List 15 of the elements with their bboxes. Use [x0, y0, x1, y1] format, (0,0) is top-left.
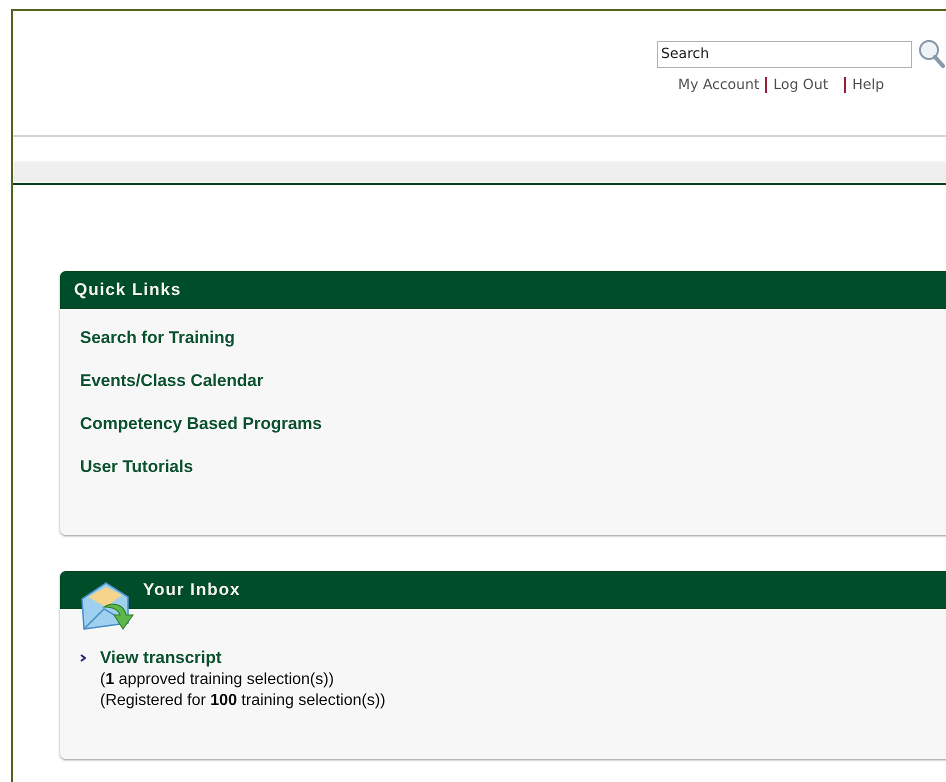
header-link[interactable]: Help	[844, 77, 890, 93]
panel-title: Quick Links	[73, 280, 182, 300]
quick-link[interactable]: User Tutorials	[80, 456, 194, 478]
panel-title: Your Inbox	[142, 580, 241, 600]
quick-link[interactable]: Events/Class Calendar	[80, 370, 264, 392]
search-icon[interactable]	[918, 39, 946, 69]
inbox-text: (Registered for 100 training selection(s))	[100, 691, 386, 711]
inbox-text: (1 approved training selection(s))	[100, 670, 335, 690]
search-field[interactable]: Search	[657, 40, 912, 68]
quick-link[interactable]: Competency Based Programs	[80, 413, 322, 435]
transcript-link[interactable]: View transcript	[100, 648, 222, 667]
header-link[interactable]: Log Out	[765, 77, 834, 93]
quick-link[interactable]: Search for Training	[80, 327, 235, 349]
header-link[interactable]: My Account	[672, 77, 766, 93]
chevron-icon	[80, 654, 86, 662]
